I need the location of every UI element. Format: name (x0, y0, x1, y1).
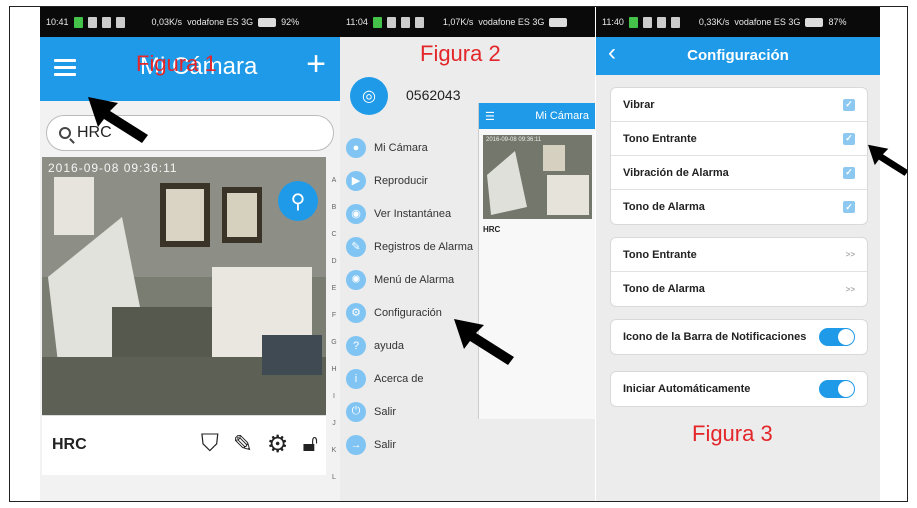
status-battery: 87% (828, 17, 847, 27)
link-tono-alarma[interactable]: Tono de Alarma >> (611, 272, 867, 306)
add-camera-button[interactable]: + (306, 47, 326, 81)
preview-snapshot: 2016-09-08 09:36:11 (483, 135, 592, 219)
alphabet-index[interactable]: ABCD EFGH IJKL (328, 167, 340, 491)
setting-icono-notificaciones[interactable]: Icono de la Barra de Notificaciones (611, 320, 867, 354)
info-icon: i (346, 368, 366, 389)
preview-camera-name: HRC (483, 225, 501, 234)
menu-item-ver-instantanea[interactable]: ◉ Ver Instantánea (346, 197, 486, 230)
status-carrier: vodafone ES 3G (187, 17, 254, 27)
preview-title: Mi Cámara (535, 110, 589, 122)
chevron-right-icon: >> (845, 250, 855, 259)
gear-icon[interactable]: ⚙ (267, 430, 289, 459)
user-id: 0562043 (406, 87, 461, 103)
arrow-pointer-2 (454, 319, 514, 365)
status-time: 11:40 (602, 17, 624, 27)
playback-icon: ▶ (346, 170, 366, 191)
checkbox[interactable]: ✓ (843, 201, 855, 213)
people-icon: ● (346, 137, 366, 158)
menu-item-salir[interactable]: ⏻ Salir (346, 395, 486, 428)
figure-label-2: Figura 2 (420, 41, 501, 66)
setting-tono-alarma[interactable]: Tono de Alarma ✓ (611, 190, 867, 224)
power-icon: ⏻ (346, 401, 366, 422)
search-icon (59, 127, 71, 139)
status-time: 10:41 (46, 17, 69, 27)
menu-item-mi-camara[interactable]: ● Mi Cámara (346, 131, 486, 164)
figure-frame: 10:41 0,03K/s vodafone ES 3G 92% Mi Cáma… (9, 6, 908, 502)
menu-icon[interactable] (54, 59, 76, 77)
status-speed: 0,33K/s (698, 17, 730, 27)
status-bar: 10:41 0,03K/s vodafone ES 3G 92% (40, 7, 340, 37)
gears-icon: ⚙ (346, 302, 366, 323)
help-icon: ? (346, 335, 366, 356)
battery-icon (258, 17, 277, 27)
status-carrier: vodafone ES 3G (478, 17, 545, 27)
shield-icon[interactable]: ⛉ (201, 430, 219, 459)
menu-icon: ☰ (485, 110, 495, 123)
pencil-icon: ✎ (346, 236, 366, 257)
setting-vibrar[interactable]: Vibrar ✓ (611, 88, 867, 122)
autostart-group: Iniciar Automáticamente (610, 371, 868, 407)
battery-icon (549, 17, 568, 27)
menu-item-salir-2[interactable]: → Salir (346, 428, 486, 461)
status-speed: 0,03K/s (151, 17, 183, 27)
sound-selection-group: Tono Entrante >> Tono de Alarma >> (610, 237, 868, 307)
page-title: Configuración (687, 47, 789, 64)
camera-snapshot[interactable]: 2016-09-08 09:36:11 ⚲ (42, 157, 326, 415)
snapshot-icon: ◉ (346, 203, 366, 224)
alarm-icon: ✺ (346, 269, 366, 290)
share-user-icon[interactable]: ⚲ (278, 181, 318, 221)
phone-screen-1: 10:41 0,03K/s vodafone ES 3G 92% Mi Cáma… (40, 7, 340, 501)
menu-item-menu-alarma[interactable]: ✺ Menú de Alarma (346, 263, 486, 296)
app-bar: Mi Cámara + Figura 1 (40, 37, 340, 101)
menu-item-reproducir[interactable]: ▶ Reproducir (346, 164, 486, 197)
exit-icon: → (346, 434, 366, 455)
avatar[interactable]: ◎ (350, 77, 388, 115)
menu-item-registros-alarma[interactable]: ✎ Registros de Alarma (346, 230, 486, 263)
setting-tono-entrante[interactable]: Tono Entrante ✓ (611, 122, 867, 156)
phone-screen-3: 11:40 0,33K/s vodafone ES 3G 87% ‹ Confi… (596, 7, 880, 501)
status-speed: 1,07K/s (442, 17, 474, 27)
camera-name: HRC (52, 436, 87, 453)
battery-icon (805, 17, 824, 27)
status-carrier: vodafone ES 3G (734, 17, 801, 27)
setting-vibracion-alarma[interactable]: Vibración de Alarma ✓ (611, 156, 867, 190)
arrow-pointer-3 (868, 144, 907, 176)
snapshot-timestamp: 2016-09-08 09:36:11 (48, 161, 178, 175)
arrow-pointer-1 (88, 97, 148, 143)
figure-label-1: Figura 1 (136, 51, 217, 76)
notification-settings-group: Vibrar ✓ Tono Entrante ✓ Vibración de Alar… (610, 87, 868, 225)
notification-icon-group: Icono de la Barra de Notificaciones (610, 319, 868, 355)
edit-icon[interactable]: ✎ (233, 430, 253, 459)
lock-icon[interactable]: 🔓︎ (302, 430, 318, 459)
camera-card: HRC ⛉ ✎ ⚙ 🔓︎ (42, 415, 326, 475)
toggle-switch[interactable] (819, 328, 855, 346)
preview-timestamp: 2016-09-08 09:36:11 (486, 137, 542, 143)
link-tono-entrante[interactable]: Tono Entrante >> (611, 238, 867, 272)
checkbox[interactable]: ✓ (843, 98, 855, 111)
status-bar: 11:40 0,33K/s vodafone ES 3G 87% (596, 7, 880, 37)
status-bar: 11:04 1,07K/s vodafone ES 3G (340, 7, 595, 37)
setting-iniciar-automaticamente[interactable]: Iniciar Automáticamente (611, 372, 867, 406)
status-battery: 92% (281, 17, 300, 27)
chevron-right-icon: >> (845, 284, 855, 294)
figure-label-3: Figura 3 (692, 421, 773, 446)
app-bar: ‹ Configuración (596, 37, 880, 75)
checkbox[interactable]: ✓ (843, 132, 855, 145)
checkbox[interactable]: ✓ (843, 166, 855, 179)
toggle-switch[interactable] (819, 380, 855, 398)
status-time: 11:04 (346, 17, 368, 27)
main-screen-preview[interactable]: ☰ Mi Cámara 2016-09-08 09:36:11 HRC (478, 103, 595, 419)
phone-screen-2: 11:04 1,07K/s vodafone ES 3G Figura 2 ◎ … (340, 7, 595, 501)
drawer-menu: ● Mi Cámara ▶ Reproducir ◉ Ver Instantánea … (346, 131, 486, 461)
